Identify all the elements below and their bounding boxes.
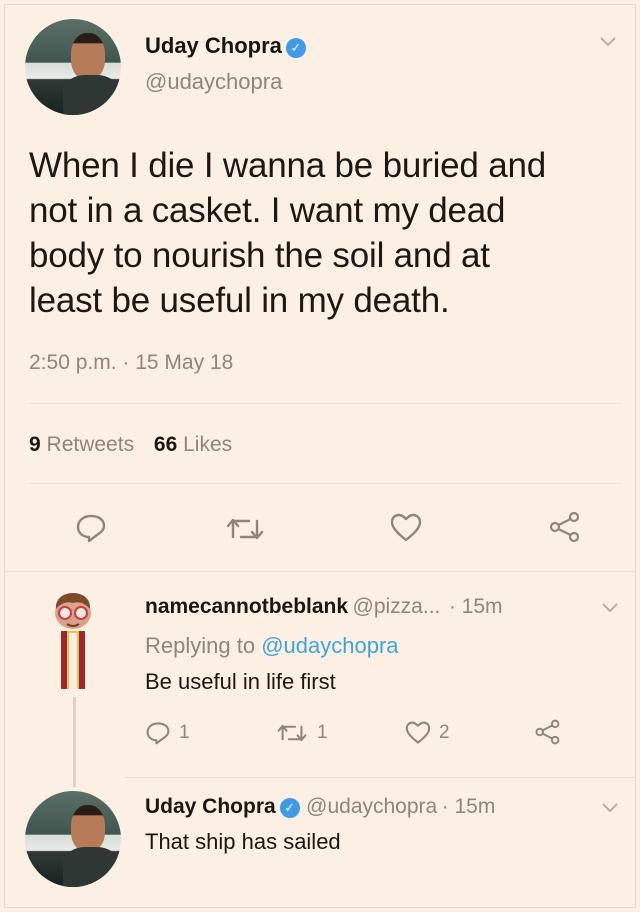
chevron-down-icon[interactable] <box>599 31 617 54</box>
tweet-text: When I die I wanna be buried and not in … <box>29 143 625 323</box>
likes-stat[interactable]: 66 Likes <box>154 433 232 456</box>
retweet-icon <box>277 724 307 742</box>
chevron-down-icon[interactable] <box>601 801 619 819</box>
tweet-text-line: least be useful in my death. <box>29 281 450 320</box>
reply1-handle: @pizza... <box>352 595 441 618</box>
tweet-text-line: When I die I wanna be buried and <box>29 146 547 185</box>
divider <box>125 777 635 778</box>
like-icon[interactable] <box>390 513 422 548</box>
tweet-text-line: body to nourish the soil and at <box>29 236 490 275</box>
tweet-timestamp[interactable]: 2:50 p.m. · 15 May 18 <box>29 351 233 375</box>
reply1-reply-count: 1 <box>179 722 190 743</box>
reply2-name: Uday Chopra <box>145 795 276 818</box>
reply1-retweet-count: 1 <box>317 722 328 743</box>
replying-to: Replying to @udaychopra <box>145 633 399 658</box>
thread-line <box>73 697 76 787</box>
reply1-time: · 15m <box>448 595 503 618</box>
reply2-avatar[interactable] <box>25 791 121 887</box>
reply1-text: Be useful in life first <box>145 669 336 694</box>
author-name: Uday Chopra <box>145 33 282 58</box>
reply1-like-count: 2 <box>439 722 450 743</box>
author-name-row[interactable]: Uday Chopra ✓ <box>145 33 306 59</box>
reply2-text: That ship has sailed <box>145 829 341 854</box>
share-icon[interactable] <box>547 511 581 548</box>
reply-avatar[interactable] <box>49 591 99 691</box>
divider <box>29 403 621 404</box>
reply-icon[interactable] <box>75 513 107 548</box>
divider <box>5 571 635 572</box>
replying-to-link[interactable]: @udaychopra <box>261 633 398 658</box>
like-icon <box>405 721 431 744</box>
verified-badge-icon: ✓ <box>285 38 306 58</box>
author-avatar[interactable] <box>25 19 121 115</box>
reply-icon <box>146 722 170 745</box>
chevron-down-icon[interactable] <box>601 601 619 619</box>
retweets-stat[interactable]: 9 Retweets <box>29 433 134 456</box>
retweet-icon[interactable] <box>225 515 265 548</box>
verified-badge-icon: ✓ <box>279 798 300 818</box>
reply1-retweet-action[interactable]: 1 <box>275 722 328 744</box>
reply1-header[interactable]: namecannotbeblank @pizza... · 15m <box>145 595 503 619</box>
engagement-stats: 9 Retweets 66 Likes <box>29 433 232 457</box>
reply2-header[interactable]: Uday Chopra ✓ @udaychopra · 15m <box>145 795 495 819</box>
reply1-name: namecannotbeblank <box>145 595 349 618</box>
reply1-reply-action[interactable]: 1 <box>145 721 190 745</box>
reply2-time: · 15m <box>441 795 496 818</box>
reply2-handle: @udaychopra <box>306 795 438 818</box>
author-handle[interactable]: @udaychopra <box>145 69 282 95</box>
reply1-like-action[interactable]: 2 <box>405 721 450 745</box>
share-icon[interactable] <box>533 719 561 750</box>
tweet-screenshot: Uday Chopra ✓ @udaychopra When I die I wa… <box>4 4 636 908</box>
tweet-text-line: not in a casket. I want my dead <box>29 191 506 230</box>
divider <box>29 483 621 484</box>
